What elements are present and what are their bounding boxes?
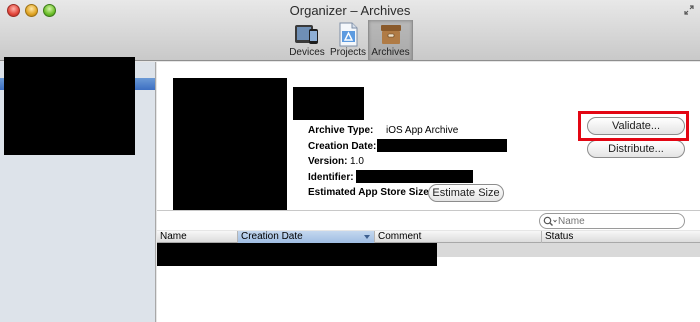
toolbar-devices-label: Devices <box>289 47 325 58</box>
toolbar-projects-tab[interactable]: Projects <box>328 20 368 60</box>
app-icon <box>173 78 287 223</box>
toolbar-archives-tab[interactable]: Archives <box>368 20 413 60</box>
fullscreen-icon[interactable] <box>684 5 694 15</box>
column-name[interactable]: Name <box>157 231 238 243</box>
redacted-identifier <box>356 170 473 183</box>
sort-descending-icon <box>364 235 370 239</box>
archives-table-header: Name Creation Date Comment Status <box>157 231 700 243</box>
validate-highlight-box <box>578 111 689 141</box>
search-icon[interactable] <box>543 216 557 227</box>
column-creation-date[interactable]: Creation Date <box>238 231 375 243</box>
version-label: Version: <box>308 156 348 167</box>
window-title: Organizer – Archives <box>289 3 411 18</box>
redacted-archive-name <box>293 87 364 120</box>
devices-icon <box>295 25 318 44</box>
search-input[interactable] <box>558 215 678 227</box>
column-comment[interactable]: Comment <box>375 231 542 243</box>
title-bar: Organizer – Archives Devices Projects Ar… <box>0 0 700 61</box>
projects-icon <box>339 22 358 47</box>
archives-sidebar <box>0 57 156 322</box>
toolbar-projects-label: Projects <box>329 47 367 58</box>
archives-table <box>157 243 700 322</box>
filter-bar <box>157 210 700 230</box>
version-value: 1.0 <box>350 156 364 167</box>
estimated-size-label: Estimated App Store Size: <box>308 187 433 198</box>
search-field[interactable] <box>539 213 685 229</box>
toolbar-devices-tab[interactable]: Devices <box>286 20 328 60</box>
archive-type-value: iOS App Archive <box>386 125 459 136</box>
redacted-table-row <box>157 243 437 266</box>
distribute-button[interactable]: Distribute... <box>587 140 685 158</box>
column-status[interactable]: Status <box>542 231 700 243</box>
toolbar-archives-label: Archives <box>371 47 410 58</box>
archive-type-label: Archive Type: <box>308 125 374 136</box>
organizer-window: Organizer – Archives Devices Projects Ar… <box>0 0 700 322</box>
archives-icon <box>380 25 401 44</box>
identifier-label: Identifier: <box>308 172 354 183</box>
estimate-size-button[interactable]: Estimate Size <box>428 184 504 202</box>
creation-date-label: Creation Date: <box>308 141 377 152</box>
redacted-creation-date <box>377 139 507 152</box>
column-creation-date-label: Creation Date <box>241 231 303 242</box>
redacted-sidebar-block <box>4 57 135 155</box>
